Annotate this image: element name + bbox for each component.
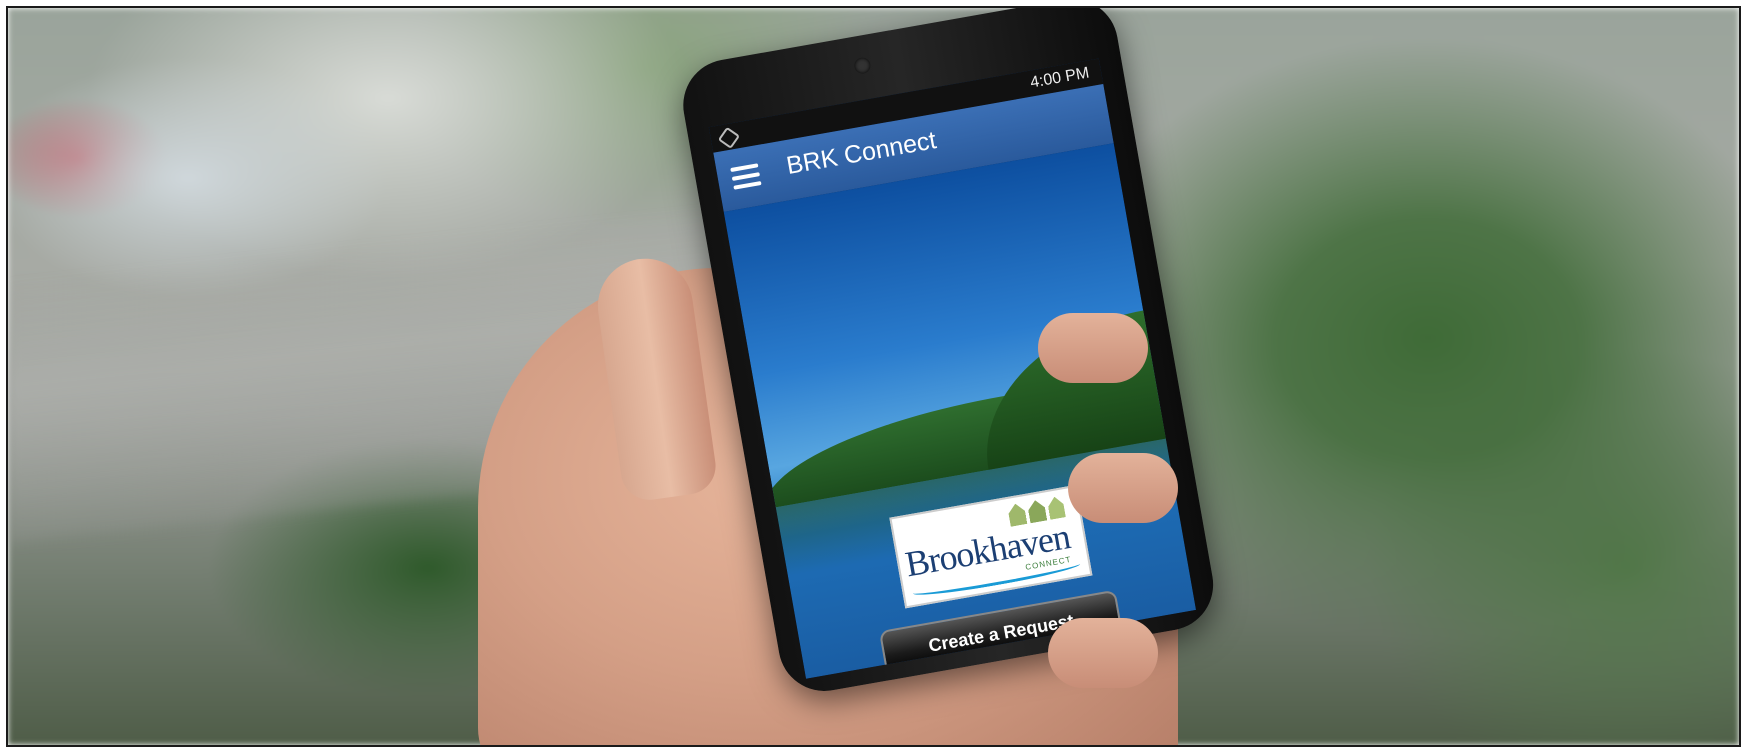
hamburger-menu-icon[interactable] — [730, 163, 762, 191]
finger-1 — [1038, 313, 1148, 383]
finger-3 — [1048, 618, 1158, 688]
notification-icon — [717, 126, 741, 150]
lake-photo: Brookhaven CONNECT Create a Request — [723, 143, 1197, 679]
photo-frame: 4:00 PM BRK Connect Brookhaven CONNECT C… — [6, 6, 1741, 747]
finger-2 — [1068, 453, 1178, 523]
